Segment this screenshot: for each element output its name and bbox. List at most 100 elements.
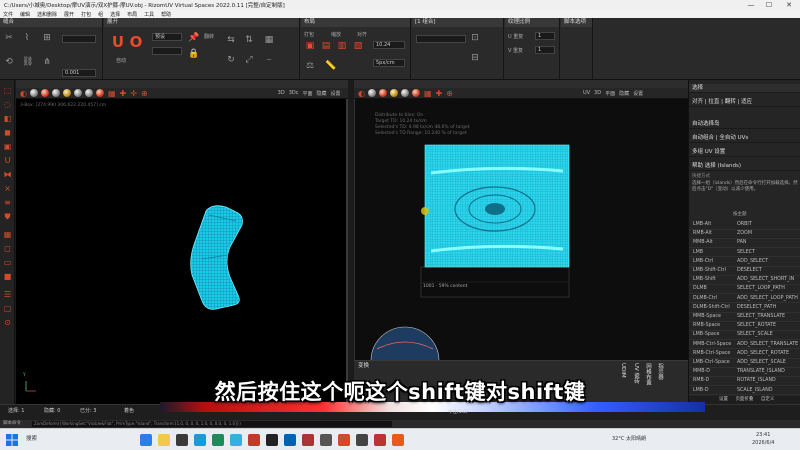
panel-item[interactable]: 自动组合 | 全自动 UVs <box>689 134 800 143</box>
material-ball-red-icon[interactable] <box>40 89 49 97</box>
material-ball-red-icon[interactable] <box>378 89 387 97</box>
clock-time[interactable]: 23:41 <box>756 432 770 438</box>
menu-edit[interactable]: 编辑 <box>20 11 30 18</box>
viewport-3d[interactable]: 3-Box: [274.990 306.622 220.457] cm Y <box>16 99 348 404</box>
panel-item[interactable]: 帮助 选择 (Islands) <box>689 162 800 171</box>
checker-icon[interactable]: ▦ <box>424 89 432 98</box>
clock-date[interactable]: 2026/6/4 <box>752 440 774 446</box>
app-icon[interactable] <box>374 434 386 446</box>
tab-hide[interactable]: 隐藏 <box>316 90 326 97</box>
minimize-button[interactable]: — <box>744 0 758 10</box>
group-dropdown[interactable] <box>416 35 466 43</box>
material-ball-red-icon[interactable] <box>411 89 420 97</box>
taskbar-search[interactable]: 搜索 <box>26 436 37 442</box>
tab-3d[interactable]: 3D <box>594 90 601 96</box>
box-tool-icon[interactable]: ◻ <box>2 244 13 253</box>
command-input[interactable]: ZomDeform({WorkingSet:"Visible&Flat", Pr… <box>32 421 392 427</box>
app-icon[interactable] <box>248 434 260 446</box>
menu-select[interactable]: 选择 <box>110 11 120 18</box>
grid-icon[interactable]: ▦ <box>264 35 274 45</box>
v-repeat-field[interactable]: 1 <box>535 46 555 54</box>
material-ball-icon[interactable] <box>84 89 93 97</box>
app-icon[interactable] <box>194 434 206 446</box>
stitch-icon[interactable]: ⌇ <box>22 33 32 43</box>
split-icon[interactable]: ⋔ <box>42 57 52 67</box>
app-icon[interactable] <box>320 434 332 446</box>
menu-layout[interactable]: 布局 <box>127 11 137 18</box>
axis-icon[interactable]: ✚ <box>120 89 127 98</box>
material-ball-gold-icon[interactable] <box>62 89 71 97</box>
menu-pack[interactable]: 打包 <box>81 11 91 18</box>
tab-uv[interactable]: UV <box>583 90 590 96</box>
texel-icon[interactable]: ⚖ <box>305 61 315 71</box>
menu-select-delete[interactable]: 选和删除 <box>37 11 57 18</box>
menu-help[interactable]: 帮助 <box>161 11 171 18</box>
lasso-tool-icon[interactable]: ◌ <box>2 100 13 109</box>
tab-settings[interactable]: 设置 <box>331 90 341 97</box>
app-icon[interactable] <box>302 434 314 446</box>
axis-icon[interactable]: ✚ <box>436 89 443 98</box>
edge-browser-icon[interactable] <box>140 434 152 446</box>
material-ball-icon[interactable] <box>29 89 38 97</box>
group-icon[interactable]: ⊡ <box>470 33 480 43</box>
pivot-icon[interactable]: ✛ <box>130 89 137 98</box>
edge-tool-icon[interactable]: ◧ <box>2 114 13 123</box>
pack-icon[interactable]: ▣ <box>305 41 315 51</box>
material-ball-icon[interactable] <box>73 89 82 97</box>
grid-tool-icon[interactable]: ▦ <box>2 230 13 239</box>
optimize-icon[interactable]: O <box>128 35 144 51</box>
gizmo-icon[interactable]: ⊕ <box>446 89 453 98</box>
menu-tools[interactable]: 工具 <box>144 11 154 18</box>
panel-item[interactable]: 对齐 | 拉直 | 翻转 | 适应 <box>689 98 800 107</box>
option-field[interactable] <box>62 35 96 43</box>
tab-flat[interactable]: 平面 <box>605 90 615 97</box>
app-icon[interactable] <box>230 434 242 446</box>
orient-icon[interactable]: ▧ <box>353 41 363 51</box>
ungroup-icon[interactable]: ⊟ <box>470 53 480 63</box>
fill-tool-icon[interactable]: ■ <box>2 272 13 281</box>
pin-icon[interactable]: 📌 <box>188 33 199 43</box>
unfold-icon[interactable]: U <box>110 35 126 51</box>
select-tool-icon[interactable]: ⬚ <box>2 86 13 95</box>
u-repeat-field[interactable]: 1 <box>535 32 555 40</box>
app-icon[interactable] <box>176 434 188 446</box>
checker-icon[interactable]: ▦ <box>108 89 116 98</box>
tab-3dc[interactable]: 3Dc <box>289 90 299 96</box>
weld-icon[interactable]: ⊞ <box>42 33 52 43</box>
rizomuv-taskbar-icon[interactable] <box>338 434 350 446</box>
ruler-icon[interactable]: 📏 <box>325 61 336 71</box>
file-explorer-icon[interactable] <box>158 434 170 446</box>
cut-icon[interactable]: ✂ <box>4 33 14 43</box>
island-tool-icon[interactable]: ▣ <box>2 142 13 151</box>
lock-icon[interactable]: 🔒 <box>188 49 199 59</box>
mult-tool-icon[interactable]: × <box>2 184 13 193</box>
loop-icon[interactable]: ⟲ <box>4 57 14 67</box>
material-ball-icon[interactable] <box>400 89 409 97</box>
density-field[interactable]: 10.24 <box>373 41 405 49</box>
weather-readout[interactable]: 32°C 太阳晴朗 <box>612 436 646 442</box>
level-tool-icon[interactable]: ≡ <box>2 198 13 207</box>
app-icon[interactable] <box>284 434 296 446</box>
link-icon[interactable]: ⛓ <box>22 57 33 67</box>
menu-unfold[interactable]: 展开 <box>64 11 74 18</box>
shade-icon[interactable]: ◐ <box>358 89 365 98</box>
layer-tool-icon[interactable]: ☰ <box>2 290 13 299</box>
symmetry-icon[interactable]: ⇅ <box>244 35 254 45</box>
panel-item[interactable]: 自动选择岛 <box>689 120 800 129</box>
threshold-field[interactable]: 0.001 <box>62 69 96 77</box>
tab-flat[interactable]: 平面 <box>302 90 312 97</box>
scale-icon[interactable]: ⤢ <box>244 55 254 65</box>
stitch-tool-icon[interactable]: ⧓ <box>2 170 13 179</box>
windows-start-icon[interactable] <box>6 434 18 446</box>
mode-dropdown[interactable] <box>152 47 182 55</box>
app-icon[interactable] <box>212 434 224 446</box>
fit-icon[interactable]: ▤ <box>321 41 331 51</box>
tab-settings[interactable]: 设置 <box>633 90 643 97</box>
mirror-icon[interactable]: ⇆ <box>226 35 236 45</box>
straighten-icon[interactable]: ⎯ <box>264 55 274 65</box>
close-button[interactable]: ✕ <box>782 0 796 10</box>
rotate-icon[interactable]: ↻ <box>226 55 236 65</box>
stack-icon[interactable]: ▥ <box>337 41 347 51</box>
pin-tool-icon[interactable]: ⊙ <box>2 318 13 327</box>
viewport-uv[interactable]: Distribute to tiles: On Target TD: 10.24… <box>354 99 688 404</box>
